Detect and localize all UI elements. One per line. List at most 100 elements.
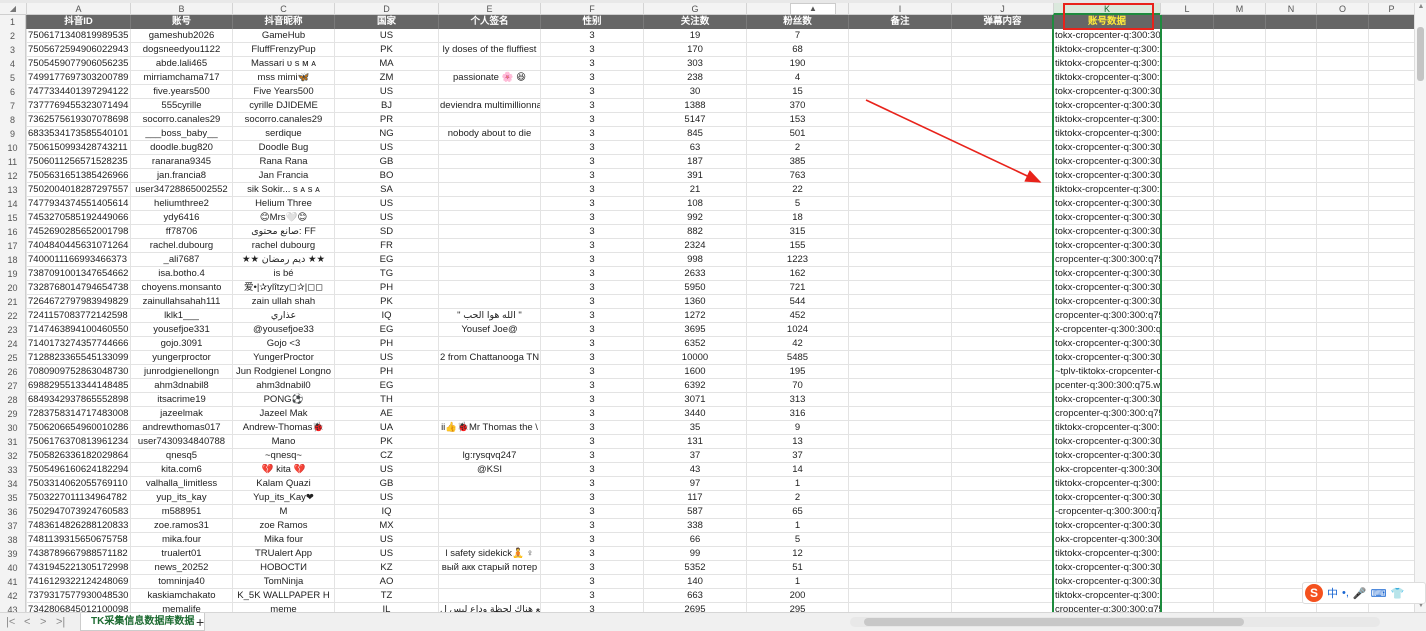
- cell-account[interactable]: gameshub2026: [130, 29, 232, 43]
- cell-danmaku[interactable]: [951, 393, 1053, 407]
- cell-account-data[interactable]: ~tplv-tiktokx-cropcenter-q:300:300:q75.w…: [1053, 365, 1160, 379]
- cell-n[interactable]: [1265, 561, 1316, 575]
- column-header-a[interactable]: A: [26, 3, 130, 15]
- cell-account[interactable]: qnesq5: [130, 449, 232, 463]
- cell-m[interactable]: [1213, 435, 1265, 449]
- cell-remark[interactable]: [848, 127, 951, 141]
- cell-signature[interactable]: [438, 253, 540, 267]
- cell-tiktok-id[interactable]: 7503314062055769110: [26, 477, 130, 491]
- cell-tiktok-id[interactable]: 7505496160624182294: [26, 463, 130, 477]
- cell-o[interactable]: [1316, 127, 1368, 141]
- cell-followers[interactable]: 1223: [746, 253, 848, 267]
- cell-following[interactable]: 117: [643, 491, 746, 505]
- skin-icon[interactable]: 👕: [1391, 587, 1405, 600]
- cell-n[interactable]: [1265, 29, 1316, 43]
- cell-remark[interactable]: [848, 43, 951, 57]
- cell-account[interactable]: itsacrime19: [130, 393, 232, 407]
- cell-gender[interactable]: 3: [540, 225, 643, 239]
- cell-p[interactable]: [1368, 57, 1414, 71]
- row-number[interactable]: 43: [0, 603, 26, 612]
- cell-o[interactable]: [1316, 155, 1368, 169]
- cell-o[interactable]: [1316, 239, 1368, 253]
- cell-remark[interactable]: [848, 281, 951, 295]
- cell-account-data[interactable]: tokx-cropcenter-q:300:300:q75.webp?dr=10…: [1053, 239, 1160, 253]
- row-number[interactable]: 9: [0, 127, 26, 141]
- cell-gender[interactable]: 3: [540, 519, 643, 533]
- cell-p[interactable]: [1368, 239, 1414, 253]
- cell-tiktok-id[interactable]: 6833534173585540101: [26, 127, 130, 141]
- row-number[interactable]: 32: [0, 449, 26, 463]
- cell-p[interactable]: [1368, 113, 1414, 127]
- cell-followers[interactable]: 12: [746, 547, 848, 561]
- cell-following[interactable]: 5352: [643, 561, 746, 575]
- cell-m[interactable]: [1213, 351, 1265, 365]
- cell-following[interactable]: 663: [643, 589, 746, 603]
- cell-danmaku[interactable]: [951, 337, 1053, 351]
- cell-signature[interactable]: [438, 113, 540, 127]
- cell-n[interactable]: [1265, 253, 1316, 267]
- cell-p[interactable]: [1368, 421, 1414, 435]
- cell-m[interactable]: [1213, 141, 1265, 155]
- cell-m[interactable]: [1213, 169, 1265, 183]
- cell-followers[interactable]: 7: [746, 29, 848, 43]
- cell-account-data[interactable]: cropcenter-q:300:300:q75.webp?dr=10793&i…: [1053, 407, 1160, 421]
- horizontal-scrollbar[interactable]: [850, 617, 1380, 627]
- cell-signature[interactable]: [438, 29, 540, 43]
- cell-country[interactable]: TG: [334, 267, 438, 281]
- cell-tiktok-id[interactable]: 7499177697303200789: [26, 71, 130, 85]
- cell-remark[interactable]: [848, 519, 951, 533]
- cell-tiktok-id[interactable]: 7506206654960010286: [26, 421, 130, 435]
- cell-gender[interactable]: 3: [540, 309, 643, 323]
- cell-country[interactable]: US: [334, 351, 438, 365]
- cell-following[interactable]: 992: [643, 211, 746, 225]
- cell-signature[interactable]: [438, 155, 540, 169]
- cell-following[interactable]: 63: [643, 141, 746, 155]
- cell-o[interactable]: [1316, 141, 1368, 155]
- header-cell-danmaku[interactable]: 弹幕内容: [951, 15, 1053, 29]
- cell-tiktok-id[interactable]: 7342806845012100098: [26, 603, 130, 612]
- cell-p[interactable]: [1368, 295, 1414, 309]
- cell-account-data[interactable]: tokx-cropcenter-q:300:300:q75.webp?dr=10…: [1053, 281, 1160, 295]
- row-number[interactable]: 40: [0, 561, 26, 575]
- cell-remark[interactable]: [848, 533, 951, 547]
- cell-n[interactable]: [1265, 71, 1316, 85]
- cell-l[interactable]: [1160, 575, 1213, 589]
- cell-tiktok-id[interactable]: 7503227011134964782: [26, 491, 130, 505]
- cell-account-data[interactable]: tokx-cropcenter-q:300:300:q75.webp?dr=10…: [1053, 435, 1160, 449]
- cell-danmaku[interactable]: [951, 155, 1053, 169]
- column-header-b[interactable]: B: [130, 3, 232, 15]
- cell-l[interactable]: [1160, 127, 1213, 141]
- cell-p[interactable]: [1368, 435, 1414, 449]
- cell-signature[interactable]: [438, 589, 540, 603]
- cell-signature[interactable]: [438, 393, 540, 407]
- cell-account-data[interactable]: tokx-cropcenter-q:300:300:q75.webp?dr=10…: [1053, 225, 1160, 239]
- ime-language-label[interactable]: 中: [1327, 585, 1338, 601]
- cell-following[interactable]: 2695: [643, 603, 746, 612]
- cell-nickname[interactable]: mss mimi🦋: [232, 71, 334, 85]
- cell-l[interactable]: [1160, 463, 1213, 477]
- cell-gender[interactable]: 3: [540, 99, 643, 113]
- row-number[interactable]: 14: [0, 197, 26, 211]
- cell-nickname[interactable]: Andrew-Thomas🐞: [232, 421, 334, 435]
- cell-following[interactable]: 338: [643, 519, 746, 533]
- vertical-scrollbar[interactable]: ▲ ▼: [1414, 3, 1426, 612]
- cell-country[interactable]: US: [334, 141, 438, 155]
- cell-signature[interactable]: [438, 407, 540, 421]
- cell-nickname[interactable]: K_5K WALLPAPER H: [232, 589, 334, 603]
- cell-nickname[interactable]: socorro.canales29: [232, 113, 334, 127]
- cell-account-data[interactable]: tokx-cropcenter-q:300:300:q75.webp?dr=10…: [1053, 85, 1160, 99]
- cell-account[interactable]: news_20252: [130, 561, 232, 575]
- cell-l[interactable]: [1160, 477, 1213, 491]
- cell-following[interactable]: 66: [643, 533, 746, 547]
- cell-country[interactable]: PH: [334, 365, 438, 379]
- cell-n[interactable]: [1265, 365, 1316, 379]
- cell-o[interactable]: [1316, 449, 1368, 463]
- cell-nickname[interactable]: YungerProctor: [232, 351, 334, 365]
- cell-p[interactable]: [1368, 449, 1414, 463]
- cell-following[interactable]: 845: [643, 127, 746, 141]
- cell-account[interactable]: zainullahsahah111: [130, 295, 232, 309]
- cell-followers[interactable]: 15: [746, 85, 848, 99]
- cell-nickname[interactable]: 爱•|✰ylîtzy◻✰|◻◻: [232, 281, 334, 295]
- cell-followers[interactable]: 1: [746, 519, 848, 533]
- cell-tiktok-id[interactable]: 7438789667988571182: [26, 547, 130, 561]
